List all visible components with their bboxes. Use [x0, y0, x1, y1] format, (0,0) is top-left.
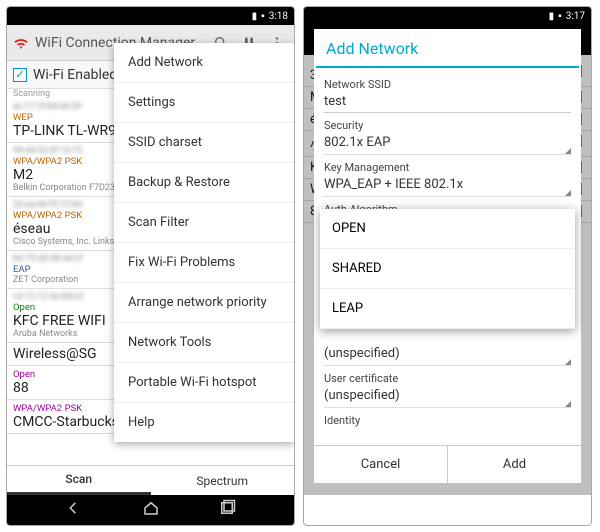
dropdown-option[interactable]: SHARED	[320, 249, 575, 289]
bottom-tabs: Scan Spectrum	[7, 465, 294, 495]
cancel-button[interactable]: Cancel	[314, 446, 447, 483]
tab-spectrum[interactable]: Spectrum	[151, 466, 295, 495]
menu-item[interactable]: Arrange network priority	[114, 283, 294, 323]
android-navbar	[7, 495, 294, 525]
checkbox-icon[interactable]: ✓	[13, 68, 27, 82]
add-network-dialog: Add Network Network SSID Security 802.1x…	[314, 29, 581, 483]
cert-value: (unspecified)	[324, 346, 400, 361]
status-bar: ▮ ▪ 3:17	[304, 7, 591, 25]
dropdown-icon	[565, 190, 571, 196]
status-time: 3:17	[566, 11, 585, 22]
back-button[interactable]	[65, 499, 83, 521]
dropdown-option[interactable]: LEAP	[320, 289, 575, 329]
identity-label: Identity	[324, 414, 571, 427]
menu-item[interactable]: Fix Wi-Fi Problems	[114, 243, 294, 283]
home-button[interactable]	[142, 499, 160, 521]
overflow-menu: Add NetworkSettingsSSID charsetBackup & …	[114, 43, 294, 442]
ssid-input[interactable]	[324, 91, 571, 113]
menu-item[interactable]: Backup & Restore	[114, 163, 294, 203]
menu-item[interactable]: SSID charset	[114, 123, 294, 163]
tab-scan[interactable]: Scan	[7, 466, 151, 495]
recent-button[interactable]	[218, 499, 236, 521]
dialog-title: Add Network	[314, 29, 581, 66]
menu-item[interactable]: Portable Wi-Fi hotspot	[114, 363, 294, 403]
dialog-buttons: Cancel Add	[314, 445, 581, 483]
dropdown-option[interactable]: OPEN	[320, 209, 575, 249]
battery-icon: ▪	[261, 11, 265, 22]
right-phone-frame: ▮ ▪ 3:17 3樓M2ésea小明KFCWire88 Add Network…	[303, 6, 592, 526]
ssid-label: Network SSID	[324, 78, 571, 91]
security-label: Security	[324, 119, 571, 132]
dropdown-icon	[565, 401, 571, 407]
usercert-value: (unspecified)	[324, 388, 400, 403]
dropdown-icon	[565, 148, 571, 154]
status-time: 3:18	[269, 11, 288, 22]
menu-item[interactable]: Add Network	[114, 43, 294, 83]
keymgmt-value: WPA_EAP + IEEE 802.1x	[324, 177, 463, 192]
keymgmt-spinner[interactable]: WPA_EAP + IEEE 802.1x	[324, 174, 571, 197]
identity-input[interactable]	[324, 427, 571, 445]
usercert-spinner[interactable]: (unspecified)	[324, 385, 571, 408]
menu-item[interactable]: Settings	[114, 83, 294, 123]
menu-item[interactable]: Scan Filter	[114, 203, 294, 243]
dropdown-icon	[565, 359, 571, 365]
dialog-divider	[316, 66, 579, 68]
wifi-enabled-label: Wi-Fi Enabled	[33, 67, 117, 83]
signal-icon: ▮	[549, 11, 555, 22]
menu-item[interactable]: Help	[114, 403, 294, 442]
left-phone-frame: ▮ ▪ 3:18 WiFi Connection Manager ✓ Wi-Fi…	[6, 6, 295, 526]
add-button[interactable]: Add	[447, 446, 581, 483]
battery-icon: ▪	[558, 11, 562, 22]
keymgmt-label: Key Management	[324, 161, 571, 174]
signal-icon: ▮	[252, 11, 258, 22]
cert-unspecified[interactable]: (unspecified)	[324, 343, 571, 366]
status-bar: ▮ ▪ 3:18	[7, 7, 294, 25]
wifi-logo-icon	[13, 36, 29, 50]
menu-item[interactable]: Network Tools	[114, 323, 294, 363]
security-value: 802.1x EAP	[324, 135, 390, 150]
security-spinner[interactable]: 802.1x EAP	[324, 132, 571, 155]
auth-dropdown: OPENSHAREDLEAP	[320, 209, 575, 329]
usercert-label: User certificate	[324, 372, 571, 385]
